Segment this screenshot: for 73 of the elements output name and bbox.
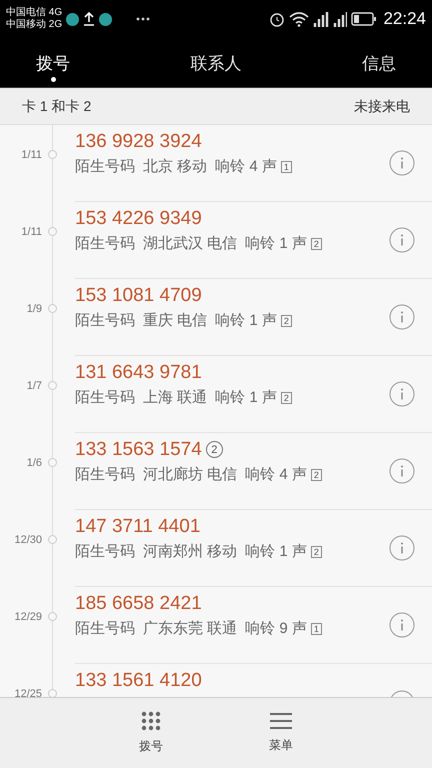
- call-date: 1/11: [20, 148, 42, 163]
- caller-label: 陌生号码: [75, 618, 135, 639]
- signal-icon: [313, 11, 348, 27]
- ring-count: 响铃 4 声: [245, 464, 307, 485]
- dialpad-icon: [141, 711, 161, 731]
- phone-number: 133 1561 4120: [75, 669, 202, 693]
- call-entry[interactable]: 153 1081 4709 陌生号码 重庆 电信 响铃 1 声 2: [75, 279, 389, 355]
- phone-number: 133 1563 1574: [75, 438, 202, 462]
- call-entry[interactable]: 133 1563 1574 2 陌生号码 河北廊坊 电信 响铃 4 声 2: [75, 433, 389, 509]
- tab[interactable]: 联系人: [190, 44, 242, 82]
- sim-badge: 2: [280, 392, 292, 404]
- ring-count: 响铃 1 声: [245, 234, 307, 254]
- caller-location: 重庆 电信: [143, 310, 208, 331]
- bottom-bar-button[interactable]: 拨号: [126, 698, 176, 768]
- caller-label: 陌生号码: [75, 464, 135, 485]
- call-entry[interactable]: 185 6658 2421 陌生号码 广东东莞 联通 响铃 9 声 1: [75, 587, 389, 663]
- call-date: 1/7: [26, 379, 42, 394]
- phone-number: 136 9928 3924: [75, 130, 202, 154]
- call-date: 12/30: [13, 533, 42, 548]
- ring-count: 响铃 9 声: [245, 618, 307, 639]
- call-entry[interactable]: 133 1561 4120: [75, 664, 389, 697]
- sim-badge: 2: [310, 469, 322, 481]
- caller-location: 上海 联通: [143, 388, 208, 408]
- caller-location: 北京 移动: [143, 156, 208, 177]
- tab[interactable]: 信息: [362, 44, 396, 82]
- call-date: 1/6: [26, 456, 42, 471]
- call-entry[interactable]: 136 9928 3924 陌生号码 北京 移动 响铃 4 声 1: [75, 125, 389, 201]
- ring-count: 响铃 1 声: [215, 388, 277, 408]
- bottom-bar-button[interactable]: 菜单: [256, 698, 306, 768]
- sim-badge: 2: [206, 441, 223, 458]
- ring-count: 响铃 4 声: [215, 156, 277, 177]
- upload-icon: [83, 12, 96, 26]
- phone-number: 153 1081 4709: [75, 284, 202, 308]
- caller-label: 陌生号码: [75, 310, 135, 331]
- alarm-icon: [269, 11, 286, 27]
- call-entry[interactable]: 131 6643 9781 陌生号码 上海 联通 响铃 1 声 2: [75, 356, 389, 432]
- caller-location: 湖北武汉 电信: [143, 234, 238, 254]
- caller-location: 广东东莞 联通: [143, 618, 238, 639]
- call-type-filter[interactable]: 未接来电: [354, 96, 410, 116]
- menu-icon: [270, 712, 292, 730]
- caller-label: 陌生号码: [75, 542, 135, 562]
- caller-location: 河北廊坊 电信: [143, 464, 238, 485]
- battery-icon: [351, 12, 378, 26]
- sim-filter[interactable]: 卡 1 和卡 2: [22, 96, 92, 116]
- carrier-name: 中国移动 2G: [6, 19, 62, 31]
- app-notification-icon: [66, 12, 80, 26]
- carrier-name: 中国电信 4G: [6, 7, 62, 18]
- call-date: 12/29: [13, 610, 42, 625]
- call-date: 12/25: [13, 687, 42, 697]
- ring-count: 响铃 1 声: [245, 542, 307, 562]
- tab[interactable]: 拨号: [36, 44, 70, 82]
- wifi-icon: [289, 12, 310, 26]
- more-icon: [136, 17, 150, 21]
- call-date: 1/11: [20, 225, 42, 240]
- sim-badge: 2: [310, 546, 322, 558]
- sim-badge: 2: [310, 238, 322, 250]
- phone-number: 153 4226 9349: [75, 207, 202, 231]
- call-date: 1/9: [26, 302, 42, 317]
- call-entry[interactable]: 153 4226 9349 陌生号码 湖北武汉 电信 响铃 1 声 2: [75, 202, 389, 278]
- sim-badge: 1: [310, 623, 322, 635]
- sim-badge: 1: [280, 161, 292, 173]
- app-notification-icon: [99, 12, 112, 26]
- ring-count: 响铃 1 声: [215, 310, 277, 331]
- caller-location: 河南郑州 移动: [143, 542, 238, 562]
- phone-number: 185 6658 2421: [75, 592, 202, 616]
- sim-badge: 2: [280, 315, 292, 327]
- caller-label: 陌生号码: [75, 156, 135, 177]
- phone-number: 147 3711 4401: [75, 515, 200, 539]
- call-entry[interactable]: 147 3711 4401 陌生号码 河南郑州 移动 响铃 1 声 2: [75, 510, 389, 586]
- phone-number: 131 6643 9781: [75, 361, 202, 385]
- caller-label: 陌生号码: [75, 388, 135, 408]
- caller-label: 陌生号码: [75, 234, 135, 254]
- clock-time: 22:24: [383, 8, 426, 30]
